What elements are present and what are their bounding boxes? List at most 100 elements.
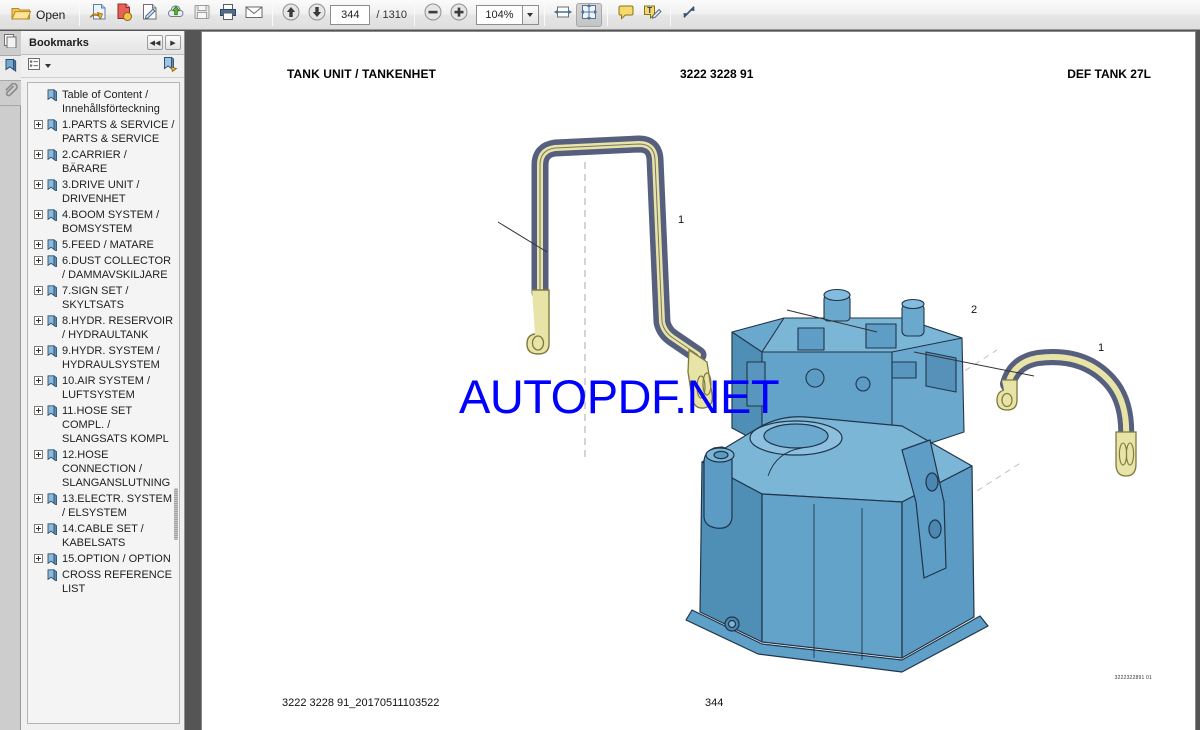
next-view-button[interactable] (111, 3, 137, 27)
bookmark-item[interactable]: 5.FEED / MATARE (30, 237, 177, 253)
expand-panel-button[interactable]: ▶ (165, 35, 181, 50)
main-toolbar: Open 344 / 1310 104% T (0, 0, 1200, 30)
previous-view-button[interactable] (85, 3, 111, 27)
bookmark-item[interactable]: 11.HOSE SET COMPL. / SLANGSATS KOMPL (30, 403, 177, 447)
bookmark-item-label: 10.AIR SYSTEM / LUFTSYSTEM (62, 375, 151, 401)
email-button[interactable] (241, 3, 267, 27)
bookmark-icon (47, 239, 58, 253)
bookmark-icon (47, 569, 58, 583)
bookmark-item-label: 15.OPTION / OPTION (62, 553, 171, 565)
chevron-down-icon (527, 12, 534, 17)
expand-bookmark-icon[interactable] (34, 554, 43, 563)
bookmark-spacer (34, 570, 43, 579)
bookmark-options-button[interactable] (27, 57, 51, 76)
bookmark-item-label: 11.HOSE SET COMPL. / SLANGSATS KOMPL (62, 405, 169, 445)
pencil-page-icon (140, 2, 160, 27)
add-bookmark-icon (162, 56, 178, 76)
bookmark-icon (47, 149, 58, 163)
next-page-button[interactable] (304, 3, 330, 27)
page-number-input[interactable] (330, 4, 371, 25)
bookmark-icon (47, 553, 58, 567)
expand-bookmark-icon[interactable] (34, 524, 43, 533)
bookmark-icon (47, 209, 58, 223)
bookmark-item-label: 12.HOSE CONNECTION / SLANGANSLUTNING (62, 449, 171, 489)
floppy-icon (192, 2, 212, 27)
page-fwd-icon (114, 2, 134, 27)
bookmark-icon (47, 375, 58, 389)
toolbar-separator-1 (79, 3, 81, 26)
fit-width-button[interactable] (550, 3, 576, 27)
expand-bookmark-icon[interactable] (34, 286, 43, 295)
bookmark-item-label: 2.CARRIER / BÄRARE (62, 149, 127, 175)
fit-page-button[interactable] (575, 2, 602, 27)
bookmark-item[interactable]: 3.DRIVE UNIT / DRIVENHET (30, 177, 177, 207)
save-button[interactable] (189, 3, 215, 27)
callout-label-1b: 1 (1098, 342, 1105, 354)
bookmarks-scrollbar[interactable] (174, 83, 179, 723)
expand-bookmark-icon[interactable] (34, 376, 43, 385)
open-button[interactable]: Open (6, 3, 74, 27)
page-thumbnails-tab[interactable] (0, 31, 21, 56)
bookmark-item[interactable]: 14.CABLE SET / KABELSATS (30, 521, 177, 551)
expand-bookmark-icon[interactable] (34, 450, 43, 459)
bookmark-item[interactable]: 13.ELECTR. SYSTEM / ELSYSTEM (30, 491, 177, 521)
print-button[interactable] (215, 3, 241, 27)
expand-bookmark-icon[interactable] (34, 256, 43, 265)
bookmark-item[interactable]: 2.CARRIER / BÄRARE (30, 147, 177, 177)
list-options-icon (27, 57, 43, 76)
bookmark-item[interactable]: CROSS REFERENCE LIST (30, 567, 177, 597)
previous-page-button[interactable] (278, 3, 304, 27)
bookmark-item[interactable]: 9.HYDR. SYSTEM / HYDRAULSYSTEM (30, 343, 177, 373)
expand-bookmark-icon[interactable] (34, 346, 43, 355)
right-strap-part (996, 349, 1137, 477)
bookmark-item-label: Table of Content / Innehållsförteckning (62, 89, 160, 115)
bookmark-item[interactable]: 1.PARTS & SERVICE / PARTS & SERVICE (30, 117, 177, 147)
bookmark-item-label: 8.HYDR. RESERVOIR / HYDRAULTANK (62, 315, 174, 341)
bookmark-icon (47, 405, 58, 419)
bookmarks-scrollbar-thumb[interactable] (174, 488, 178, 540)
def-tank-body (685, 416, 989, 673)
document-viewport[interactable]: TANK UNIT / TANKENHET 3222 3228 91 DEF T… (186, 31, 1200, 730)
zoom-out-button[interactable] (420, 3, 446, 27)
zoom-in-button[interactable] (446, 3, 472, 27)
bookmark-item[interactable]: Table of Content / Innehållsförteckning (30, 87, 177, 117)
comment-button[interactable] (613, 3, 639, 27)
expand-bookmark-icon[interactable] (34, 150, 43, 159)
expand-bookmark-icon[interactable] (34, 210, 43, 219)
expand-bookmark-icon[interactable] (34, 406, 43, 415)
bookmark-icon (47, 119, 58, 133)
fullscreen-button[interactable] (676, 3, 702, 27)
zoom-dropdown-button[interactable] (521, 4, 539, 25)
bookmark-item[interactable]: 8.HYDR. RESERVOIR / HYDRAULTANK (30, 313, 177, 343)
bookmark-item[interactable]: 7.SIGN SET / SKYLTSATS (30, 283, 177, 313)
bookmark-item-label: 3.DRIVE UNIT / DRIVENHET (62, 179, 140, 205)
bookmark-item-label: 14.CABLE SET / KABELSATS (62, 523, 144, 549)
expand-bookmark-icon[interactable] (34, 316, 43, 325)
bookmark-item[interactable]: 4.BOOM SYSTEM / BOMSYSTEM (30, 207, 177, 237)
bookmark-item[interactable]: 12.HOSE CONNECTION / SLANGANSLUTNING (30, 447, 177, 491)
text-markup-button[interactable]: T (639, 3, 665, 27)
page-footer: 3222 3228 91_20170511103522 344 (202, 697, 1195, 713)
zoom-level-input[interactable] (475, 4, 522, 25)
toolbar-separator-3 (413, 3, 415, 26)
plus-circle-icon (449, 2, 469, 27)
bookmark-icon (3, 58, 18, 78)
upload-cloud-button[interactable] (163, 3, 189, 27)
technical-illustration (497, 135, 1137, 673)
expand-bookmark-icon[interactable] (34, 180, 43, 189)
expand-bookmark-icon[interactable] (34, 494, 43, 503)
toolbar-separator-5 (606, 3, 608, 26)
paperclip-icon (3, 82, 18, 103)
attachments-tab[interactable] (0, 81, 21, 106)
bookmark-item[interactable]: 6.DUST COLLECTOR / DAMMAVSKILJARE (30, 253, 177, 283)
toolbar-separator-2 (272, 3, 274, 26)
new-bookmark-button[interactable] (162, 56, 178, 77)
sign-document-button[interactable] (137, 3, 163, 27)
expand-bookmark-icon[interactable] (34, 240, 43, 249)
bookmark-item[interactable]: 15.OPTION / OPTION (30, 551, 177, 567)
collapse-panel-button[interactable]: ◀◀ (147, 35, 163, 50)
bookmarks-tab[interactable] (0, 56, 21, 81)
expand-bookmark-icon[interactable] (34, 120, 43, 129)
left-strap-part (526, 135, 713, 409)
bookmark-item[interactable]: 10.AIR SYSTEM / LUFTSYSTEM (30, 373, 177, 403)
